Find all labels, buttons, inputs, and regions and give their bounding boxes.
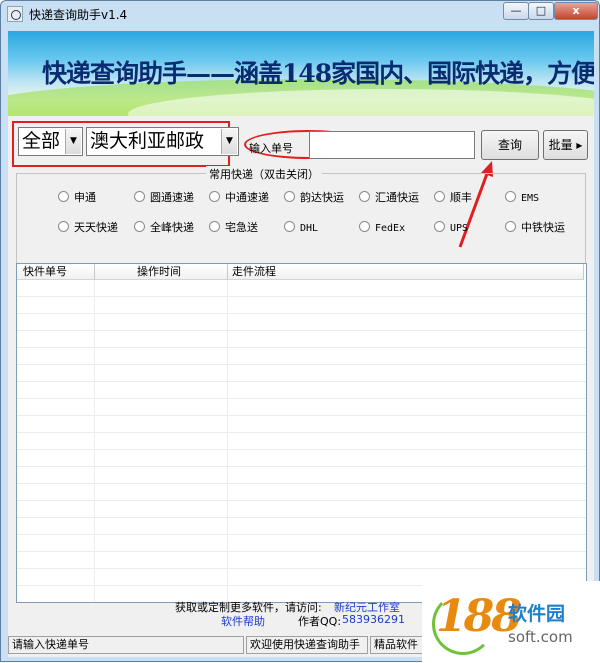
help-link[interactable]: 软件帮助 bbox=[221, 613, 265, 629]
radio-icon[interactable] bbox=[284, 191, 295, 202]
radio-icon[interactable] bbox=[434, 221, 445, 232]
chevron-down-icon[interactable]: ▼ bbox=[221, 129, 237, 154]
radio-carrier[interactable]: 天天快递 bbox=[58, 221, 118, 235]
logo-name: 软件园 bbox=[508, 603, 566, 625]
carrier-value: 澳大利亚邮政 bbox=[90, 130, 205, 152]
batch-button[interactable]: 批量 ▸ bbox=[543, 130, 588, 160]
radio-icon[interactable] bbox=[209, 191, 220, 202]
tracking-number-input[interactable] bbox=[309, 131, 475, 159]
radio-label: EMS bbox=[521, 193, 540, 204]
carrier-selection-highlight: 全部 ▼ 澳大利亚邮政 ▼ bbox=[12, 121, 239, 167]
column-header-tracking-number[interactable]: 快件单号 bbox=[17, 264, 95, 280]
radio-carrier[interactable]: FedEx bbox=[359, 221, 405, 236]
radio-icon[interactable] bbox=[434, 191, 445, 202]
radio-label: 全峰快递 bbox=[150, 221, 194, 234]
close-button[interactable]: x bbox=[554, 2, 598, 20]
status-middle: 欢迎使用快递查询助手 bbox=[246, 636, 368, 654]
radio-icon[interactable] bbox=[505, 191, 516, 202]
radio-carrier[interactable]: 全峰快递 bbox=[134, 221, 194, 235]
tracking-label: 输入单号 bbox=[249, 142, 293, 155]
region-select[interactable]: 全部 ▼ bbox=[18, 127, 83, 156]
column-divider bbox=[94, 280, 95, 602]
radio-icon[interactable] bbox=[284, 221, 295, 232]
banner-slogan: 快递查询助手——涵盖148家国内、国际快递，方便快捷查快递！ bbox=[42, 59, 594, 88]
app-window: 快递查询助手v1.4 — □ x 快递查询助手——涵盖148家国内、国际快递，方… bbox=[0, 0, 600, 663]
radio-icon[interactable] bbox=[134, 221, 145, 232]
column-divider bbox=[227, 280, 228, 602]
banner: 快递查询助手——涵盖148家国内、国际快递，方便快捷查快递！ bbox=[8, 31, 594, 116]
minimize-button[interactable]: — bbox=[503, 2, 529, 20]
status-left: 请输入快递单号 bbox=[8, 636, 244, 654]
radio-icon[interactable] bbox=[359, 191, 370, 202]
radio-carrier[interactable]: UPS bbox=[434, 221, 468, 236]
title-bar[interactable]: 快递查询助手v1.4 — □ x bbox=[1, 1, 599, 27]
radio-label: 中通速递 bbox=[225, 191, 269, 204]
logo-domain: soft.com bbox=[508, 628, 573, 646]
radio-carrier[interactable]: 宅急送 bbox=[209, 221, 258, 235]
maximize-button[interactable]: □ bbox=[528, 2, 554, 20]
watermark-logo: 188 软件园 soft.com bbox=[422, 581, 600, 663]
radio-icon[interactable] bbox=[134, 191, 145, 202]
radio-label: DHL bbox=[300, 223, 319, 234]
radio-label: 天天快递 bbox=[74, 221, 118, 234]
radio-label: 汇通快运 bbox=[375, 191, 419, 204]
radio-label: FedEx bbox=[375, 223, 406, 234]
radio-carrier[interactable]: DHL bbox=[284, 221, 318, 236]
radio-icon[interactable] bbox=[209, 221, 220, 232]
author-label: 作者QQ: bbox=[298, 615, 342, 628]
window-title: 快递查询助手v1.4 bbox=[29, 8, 128, 22]
carrier-select[interactable]: 澳大利亚邮政 ▼ bbox=[86, 127, 239, 156]
app-icon bbox=[7, 6, 23, 22]
radio-carrier[interactable]: 顺丰 bbox=[434, 191, 472, 205]
query-button[interactable]: 查询 bbox=[481, 130, 539, 160]
radio-carrier[interactable]: 汇通快运 bbox=[359, 191, 419, 205]
radio-carrier[interactable]: 中铁快运 bbox=[505, 221, 565, 235]
table-grid bbox=[17, 280, 586, 602]
radio-label: 顺丰 bbox=[450, 191, 472, 204]
client-area: 快递查询助手——涵盖148家国内、国际快递，方便快捷查快递！ 全部 ▼ 澳大利亚… bbox=[8, 31, 594, 657]
radio-carrier[interactable]: 韵达快运 bbox=[284, 191, 344, 205]
radio-label: 圆通速递 bbox=[150, 191, 194, 204]
column-header-operation-time[interactable]: 操作时间 bbox=[95, 264, 228, 280]
author-qq: 583936291 bbox=[342, 613, 405, 626]
logo-number: 188 bbox=[436, 591, 522, 642]
radio-icon[interactable] bbox=[359, 221, 370, 232]
radio-label: UPS bbox=[450, 223, 469, 234]
radio-label: 申通 bbox=[74, 191, 96, 204]
radio-carrier[interactable]: EMS bbox=[505, 191, 539, 206]
radio-icon[interactable] bbox=[505, 221, 516, 232]
radio-icon[interactable] bbox=[58, 191, 69, 202]
radio-carrier[interactable]: 申通 bbox=[58, 191, 96, 205]
radio-icon[interactable] bbox=[58, 221, 69, 232]
radio-carrier[interactable]: 圆通速递 bbox=[134, 191, 194, 205]
radio-label: 韵达快运 bbox=[300, 191, 344, 204]
radio-label: 中铁快运 bbox=[521, 221, 565, 234]
radio-label: 宅急送 bbox=[225, 221, 258, 234]
region-value: 全部 bbox=[22, 130, 61, 152]
status-right: 精品软件 bbox=[370, 636, 430, 654]
tracking-results-table[interactable]: 快件单号 操作时间 走件流程 bbox=[16, 263, 587, 603]
chevron-down-icon[interactable]: ▼ bbox=[65, 129, 81, 154]
common-carriers-legend: 常用快递（双击关闭） bbox=[206, 166, 322, 182]
radio-carrier[interactable]: 中通速递 bbox=[209, 191, 269, 205]
column-header-shipment-flow[interactable]: 走件流程 bbox=[228, 264, 584, 280]
